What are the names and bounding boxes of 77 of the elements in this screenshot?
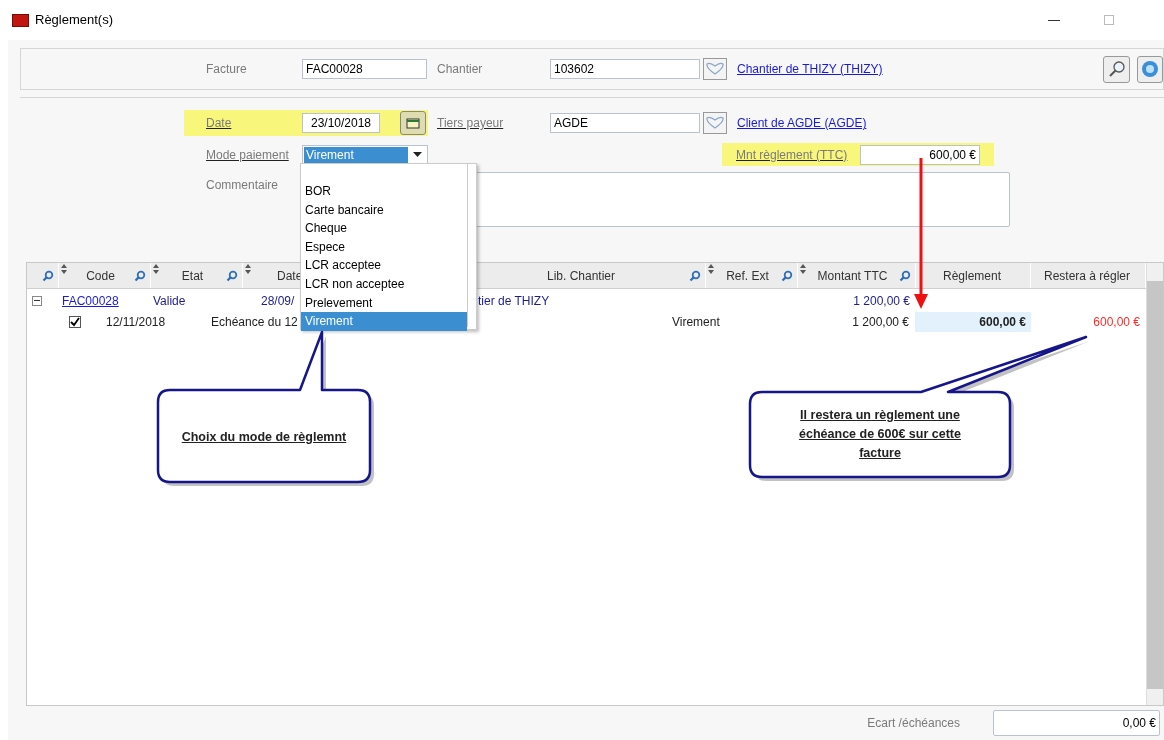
field-label: Chantier [437, 62, 483, 76]
search-icon[interactable] [226, 269, 238, 282]
heart-icon [705, 62, 725, 76]
window-title: Règlement(s) [35, 11, 114, 30]
app-logo-icon [12, 13, 29, 27]
field-label: Tiers payeur [437, 116, 504, 130]
heart-button[interactable] [703, 58, 727, 80]
table-cell: Valide [153, 293, 186, 308]
checkbox[interactable] [69, 316, 81, 328]
selected-value: Virement [304, 146, 408, 163]
table-cell: tier de THIZY [478, 293, 550, 308]
dropdown-option[interactable]: Carte bancaire [301, 200, 467, 220]
field-label: Mnt règlement (TTC) [736, 147, 848, 162]
search-icon[interactable] [42, 269, 54, 282]
caret-icon [412, 152, 422, 157]
field-label: Ecart /échéances [867, 716, 960, 730]
payment-cell[interactable]: 600,00 € [915, 312, 1031, 332]
globe-icon [1141, 60, 1159, 78]
column-header: Restera à régler [1043, 268, 1130, 283]
field-label: Facture [206, 62, 247, 76]
column-header: Montant TTC [817, 268, 888, 283]
callout-text: Il restera un règlement une échéance de 600€ sur cette facture [798, 407, 962, 462]
code-link[interactable]: FAC00028 [62, 293, 119, 308]
sort-icon[interactable] [245, 264, 251, 274]
field-label: Mode paiement [206, 147, 289, 162]
sort-icon[interactable] [61, 264, 67, 274]
search-icon [1107, 60, 1126, 78]
sort-icon[interactable] [708, 264, 714, 274]
table-cell: 28/09/ [261, 293, 295, 308]
sort-icon[interactable] [800, 264, 806, 274]
dropdown-option[interactable]: LCR acceptee [301, 256, 467, 275]
input-field[interactable]: 103602 [550, 59, 700, 79]
column-header-cell[interactable]: Etat [151, 263, 243, 288]
field-label: Commentaire [206, 178, 279, 192]
field-label: Date [206, 116, 232, 130]
calendar-button[interactable] [400, 111, 426, 135]
input-field[interactable]: 0,00 € [993, 710, 1160, 736]
column-header: Lib. Chantier [546, 268, 615, 283]
column-header: Ref. Ext [726, 268, 769, 283]
column-header: Etat [181, 268, 204, 283]
table-cell: 12/11/2018 [106, 315, 166, 329]
heart-icon [705, 116, 725, 130]
column-header-cell[interactable]: Règlement [916, 263, 1031, 288]
dropdown-option[interactable]: Cheque [301, 219, 467, 238]
table-cell: 1 200,00 € [852, 315, 909, 329]
dropdown-option[interactable]: Prelevement [301, 293, 467, 313]
search-icon[interactable] [689, 269, 701, 282]
link[interactable]: Chantier de THIZY (THIZY) [737, 60, 883, 78]
refresh-button[interactable] [1137, 55, 1163, 83]
sort-icon[interactable] [153, 264, 159, 274]
amount-field[interactable]: 600,00 € [860, 144, 980, 165]
column-header-cell[interactable]: Code [59, 263, 151, 288]
column-header-cell[interactable]: Montant TTC [798, 263, 916, 288]
link[interactable]: Client de AGDE (AGDE) [737, 114, 867, 132]
minimize-icon[interactable] [1048, 19, 1060, 21]
search-icon[interactable] [899, 269, 911, 282]
input-field[interactable]: FAC00028 [302, 59, 427, 79]
input-field[interactable]: AGDE [550, 113, 700, 133]
column-header: Code [86, 268, 115, 283]
search-button[interactable] [1103, 55, 1130, 83]
dropdown-option[interactable]: Espece [301, 237, 467, 257]
column-header: Règlement [943, 268, 1001, 283]
dropdown-option[interactable]: BOR [301, 182, 467, 201]
search-icon[interactable] [134, 269, 146, 282]
table-cell: 1 200,00 € [853, 293, 910, 308]
scrollbar[interactable] [1146, 263, 1163, 705]
callout-text: Choix du mode de règlemnt [180, 429, 348, 446]
search-icon[interactable] [781, 269, 793, 282]
heart-button[interactable] [703, 112, 727, 134]
table-cell: 600,00 € [1093, 315, 1140, 329]
collapse-icon[interactable] [32, 295, 42, 306]
table-cell: Echéance du 12 [211, 315, 298, 329]
dropdown-option[interactable]: LCR non acceptee [301, 274, 467, 294]
date-field[interactable]: 23/10/2018 [302, 113, 380, 133]
table-cell: Virement [672, 315, 720, 329]
column-header-cell[interactable]: Ref. Ext [706, 263, 798, 288]
calendar-icon [406, 117, 420, 129]
